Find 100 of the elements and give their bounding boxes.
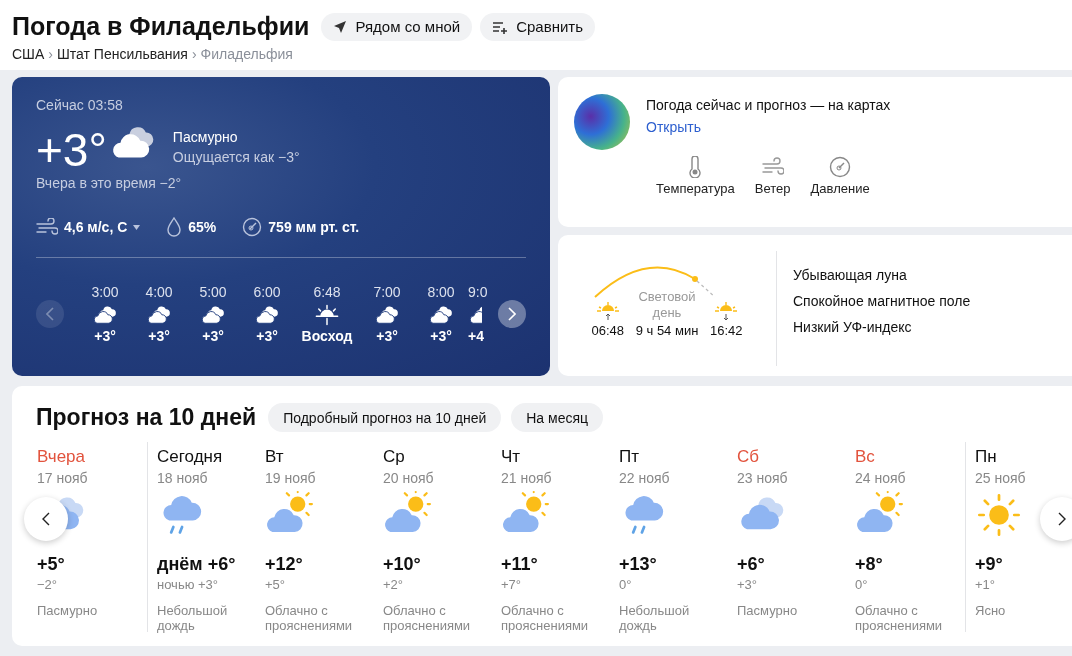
day-date: 23 нояб xyxy=(737,471,789,485)
day-date: 25 нояб xyxy=(975,471,1027,485)
weather-summary: Небольшой дождь xyxy=(619,603,691,633)
day-date: 17 нояб xyxy=(37,471,89,485)
day-date: 19 нояб xyxy=(265,471,317,485)
day-temperature: +11° xyxy=(501,555,539,573)
humidity-value: 65% xyxy=(188,219,217,235)
day-name: Вчера xyxy=(37,448,86,465)
day-name: Чт xyxy=(501,448,522,465)
yesterday-text: Вчера в это время −2° xyxy=(36,175,183,191)
sunrise-icon xyxy=(314,302,340,328)
next-button[interactable] xyxy=(498,300,526,328)
breadcrumb-link[interactable]: США xyxy=(12,46,45,62)
night-temperature: 0° xyxy=(619,578,633,591)
day-temperature: +5° xyxy=(37,555,66,573)
night-temperature: +3° xyxy=(737,578,759,591)
sun-icon xyxy=(975,491,1023,539)
hour-time: 6:00 xyxy=(253,284,281,300)
day-date: 24 нояб xyxy=(855,471,907,485)
hour-time: 5:00 xyxy=(199,284,227,300)
weather-summary: Небольшой дождь xyxy=(157,603,229,633)
day-name: Пт xyxy=(619,448,640,465)
compare-button[interactable]: Сравнить xyxy=(480,12,595,41)
forecast-button[interactable]: На месяц xyxy=(511,403,604,432)
day-name: Вс xyxy=(855,448,876,465)
night-temperature: −2° xyxy=(37,578,59,591)
day-name: Вт xyxy=(265,448,285,465)
forecast-title: Прогноз на 10 дней xyxy=(36,404,257,431)
chevron-right-icon xyxy=(508,307,516,321)
night-temperature: +1° xyxy=(975,578,997,591)
hour-time: 6:48 xyxy=(313,284,341,300)
hour-temperature: +3° xyxy=(256,328,278,344)
day-name: Сб xyxy=(737,448,760,465)
open-link[interactable]: Открыть xyxy=(646,119,701,135)
page-title: Погода в Филадельфии xyxy=(12,12,310,41)
day-temperature: +8° xyxy=(855,555,884,573)
hour-time: 8:00 xyxy=(427,284,455,300)
weather-summary: Облачно с прояснениями xyxy=(501,603,590,633)
info-text: Спокойное магнитное поле xyxy=(793,293,971,309)
feels-like-text: Ощущается как −3° xyxy=(172,148,300,167)
day-name: Сегодня xyxy=(157,448,224,465)
map-layer-button[interactable]: Температура xyxy=(650,156,741,196)
nearby-button[interactable]: Рядом со мной xyxy=(321,12,473,41)
info-text: Убывающая луна xyxy=(793,267,908,283)
hour-temperature: +3° xyxy=(430,328,452,344)
night-temperature: +2° xyxy=(383,578,405,591)
day-date: 21 нояб xyxy=(501,471,553,485)
map-layer-button[interactable]: Давление xyxy=(804,156,876,196)
daylight-duration: 9 ч 54 мин xyxy=(635,323,699,338)
weather-summary: Ясно xyxy=(975,603,1007,618)
day-name: Ср xyxy=(383,448,406,465)
thermometer-icon xyxy=(688,156,703,178)
sunrise-time: 06:48 xyxy=(591,323,624,338)
condition-text: Пасмурно xyxy=(172,128,239,147)
sunset-icon xyxy=(715,301,738,321)
hour-temperature: +3° xyxy=(202,328,224,344)
gauge-icon xyxy=(242,217,263,237)
day-temperature: +9° xyxy=(975,555,1004,573)
hour-time: 3:00 xyxy=(91,284,119,300)
hour-temperature: +4 xyxy=(468,328,484,344)
previous-button[interactable] xyxy=(24,497,68,541)
pressure-value: 759 мм рт. ст. xyxy=(268,219,360,235)
caret-icon xyxy=(133,224,141,230)
weather-summary: Облачно с прояснениями xyxy=(383,603,472,633)
day-date: 18 нояб xyxy=(157,471,209,485)
day-name: Пн xyxy=(975,448,998,465)
weather-summary: Облачно с прояснениями xyxy=(265,603,354,633)
day-date: 20 нояб xyxy=(383,471,435,485)
sunset-time: 16:42 xyxy=(710,323,743,338)
sunrise-label: Восход xyxy=(301,328,353,344)
wind-icon xyxy=(36,218,58,236)
chevron-right-icon xyxy=(1058,512,1066,526)
drop-icon xyxy=(166,217,183,237)
breadcrumb-link[interactable]: Штат Пенсильвания xyxy=(56,46,188,62)
chevron-left-icon xyxy=(42,512,50,526)
hour-temperature: +3° xyxy=(376,328,398,344)
forecast-button[interactable]: Подробный прогноз на 10 дней xyxy=(268,403,502,432)
map-layer-button[interactable]: Ветер xyxy=(748,156,797,196)
night-temperature: ночью +3° xyxy=(157,578,220,591)
gauge-icon xyxy=(829,156,852,178)
breadcrumb-current: Филадельфия xyxy=(200,46,293,62)
day-temperature: +6° xyxy=(737,555,766,573)
weather-summary: Пасмурно xyxy=(737,603,799,618)
wind-icon xyxy=(761,156,784,178)
info-text: Низкий УФ-индекс xyxy=(793,319,913,335)
hour-time: 4:00 xyxy=(145,284,173,300)
day-temperature: +13° xyxy=(619,555,658,573)
current-temperature: +3° xyxy=(36,127,107,173)
breadcrumb-separator: › xyxy=(48,46,53,62)
maps-title: Погода сейчас и прогноз — на картах xyxy=(646,96,891,115)
location-arrow-icon xyxy=(333,19,348,34)
hour-temperature: +3° xyxy=(148,328,170,344)
daylight-label: Световой день xyxy=(637,289,697,321)
day-temperature: +12° xyxy=(265,555,304,573)
wind-value: 4,6 м/с, С xyxy=(64,219,128,235)
night-temperature: +7° xyxy=(501,578,523,591)
map-thumbnail[interactable] xyxy=(574,94,630,150)
hour-time: 9:0 xyxy=(468,284,488,300)
hour-temperature: +3° xyxy=(94,328,116,344)
sunrise-icon xyxy=(596,301,619,321)
